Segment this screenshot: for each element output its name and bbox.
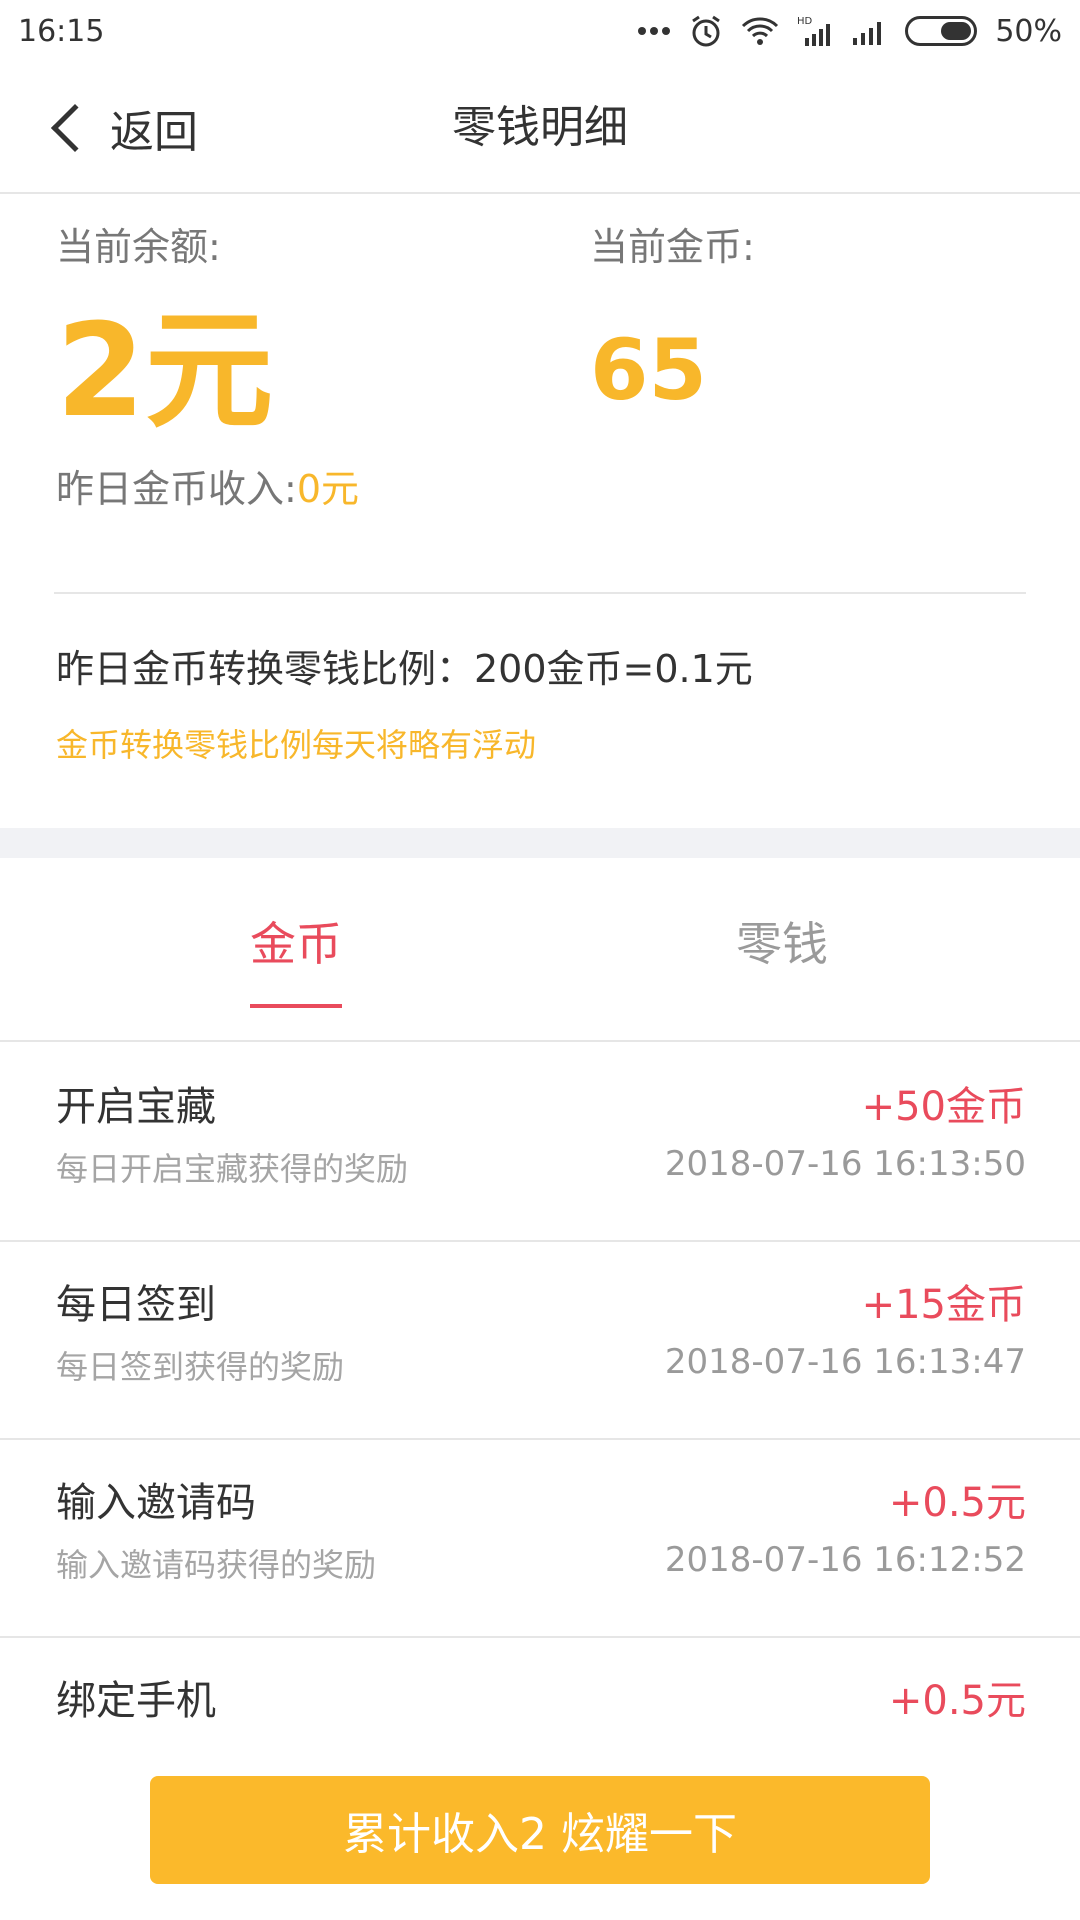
section-separator: [0, 828, 1080, 858]
tab-bar: 金币 零钱: [0, 858, 1080, 1042]
record-time: 2018-07-16 16:12:52: [664, 1540, 1026, 1580]
tab-cash[interactable]: 零钱: [682, 908, 882, 1008]
tab-active-indicator: [250, 1004, 342, 1008]
share-income-label: 累计收入2 炫耀一下: [343, 1809, 737, 1860]
record-time: 2018-07-16 16:13:47: [664, 1342, 1026, 1382]
record-amount: +0.5元: [888, 1678, 1026, 1724]
list-item[interactable]: 开启宝藏 每日开启宝藏获得的奖励 +50金币 2018-07-16 16:13:…: [0, 1044, 1080, 1242]
more-dots-icon: [637, 11, 671, 51]
hd-signal-icon: HD: [797, 11, 833, 51]
status-bar: 16:15 HD 50%: [0, 0, 1080, 62]
tab-coins[interactable]: 金币: [196, 908, 396, 1008]
ratio-note: 金币转换零钱比例每天将略有浮动: [56, 726, 537, 764]
records-list: 开启宝藏 每日开启宝藏获得的奖励 +50金币 2018-07-16 16:13:…: [0, 1044, 1080, 1836]
balance-block: 当前余额: 2元: [56, 216, 273, 437]
battery-percent: 50%: [995, 13, 1062, 49]
status-time: 16:15: [18, 13, 105, 49]
tab-cash-label: 零钱: [736, 917, 828, 971]
coins-value: 65: [590, 321, 707, 419]
balance-value: 2元: [56, 297, 274, 446]
record-title: 输入邀请码: [56, 1480, 256, 1526]
yesterday-income-label: 昨日金币收入:: [56, 467, 297, 511]
yesterday-income-value: 0元: [296, 467, 359, 511]
page-title: 零钱明细: [452, 102, 628, 153]
record-subtitle: 每日开启宝藏获得的奖励: [56, 1150, 409, 1188]
list-item[interactable]: 每日签到 每日签到获得的奖励 +15金币 2018-07-16 16:13:47: [0, 1242, 1080, 1440]
wifi-icon: [741, 11, 779, 51]
conversion-ratio: 昨日金币转换零钱比例：200金币=0.1元: [56, 647, 753, 691]
alarm-icon: [689, 11, 723, 51]
yesterday-income: 昨日金币收入:0元: [56, 458, 359, 513]
record-amount: +50金币: [861, 1084, 1026, 1130]
status-icons: HD 50%: [637, 11, 1062, 51]
record-subtitle: 输入邀请码获得的奖励: [56, 1546, 377, 1584]
record-title: 每日签到: [56, 1282, 216, 1328]
page: 16:15 HD 50% 返回 零钱明细 当前余额: 2元 当前金币: 65 昨…: [0, 0, 1080, 1920]
record-title: 开启宝藏: [56, 1084, 216, 1130]
share-income-button[interactable]: 累计收入2 炫耀一下: [150, 1776, 930, 1884]
list-item[interactable]: 输入邀请码 输入邀请码获得的奖励 +0.5元 2018-07-16 16:12:…: [0, 1440, 1080, 1638]
record-amount: +15金币: [861, 1282, 1026, 1328]
record-time: 2018-07-16 16:13:50: [664, 1144, 1026, 1184]
battery-icon: [905, 11, 978, 51]
header: 返回 零钱明细: [0, 62, 1080, 194]
record-title: 绑定手机: [56, 1678, 216, 1724]
coins-label: 当前金币:: [590, 225, 755, 269]
record-amount: +0.5元: [888, 1480, 1026, 1526]
balance-label: 当前余额:: [56, 225, 221, 269]
balance-summary: 当前余额: 2元 当前金币: 65 昨日金币收入:0元 昨日金币转换零钱比例：2…: [0, 196, 1080, 826]
record-subtitle: 每日签到获得的奖励: [56, 1348, 345, 1386]
signal-icon: [851, 11, 887, 51]
svg-text:HD: HD: [797, 16, 813, 27]
divider: [54, 592, 1026, 594]
coins-block: 当前金币: 65: [590, 216, 755, 425]
tab-coins-label: 金币: [250, 917, 342, 971]
